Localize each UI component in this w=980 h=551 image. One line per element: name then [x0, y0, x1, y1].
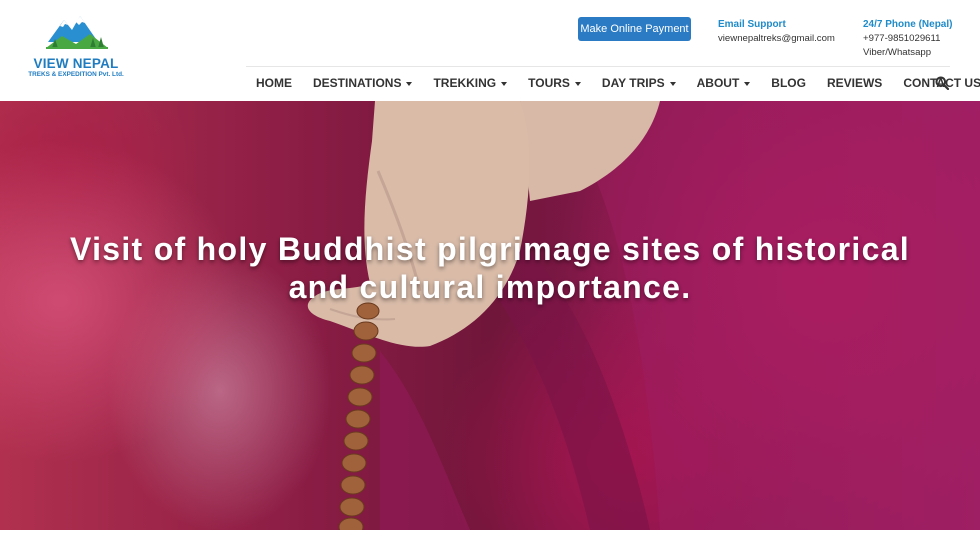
main-nav: HOME DESTINATIONS TREKKING TOURS DAY TRI…: [246, 68, 980, 98]
nav-item-about[interactable]: ABOUT: [697, 76, 751, 90]
nav-item-reviews[interactable]: REVIEWS: [827, 76, 882, 90]
nav-item-label: TREKKING: [433, 76, 497, 90]
phone-support-title: 24/7 Phone (Nepal): [863, 19, 953, 30]
nav-item-tours[interactable]: TOURS: [528, 76, 581, 90]
make-online-payment-button[interactable]: Make Online Payment: [578, 17, 691, 41]
phone-apps-label: Viber/Whatsapp: [863, 47, 932, 58]
hero-title-line-1: Visit of holy Buddhist pilgrimage sites …: [70, 231, 910, 267]
email-support-block: Email Support viewnepaltreks@gmail.com: [718, 18, 835, 46]
nav-item-label: ABOUT: [696, 76, 740, 90]
email-support-title: Email Support: [718, 19, 786, 30]
hero-title-line-2: and cultural importance.: [288, 269, 692, 305]
hero-monk-prayer-beads-image: [307, 101, 980, 530]
page-bottom-strip: [0, 530, 980, 551]
hero-banner: Visit of holy Buddhist pilgrimage sites …: [0, 101, 980, 530]
caret-down-icon: [669, 81, 676, 86]
caret-down-icon: [406, 81, 413, 86]
brand-subtitle: TREKS & EXPEDITION Pvt. Ltd.: [28, 71, 124, 78]
brand-name: VIEW NEPAL: [33, 56, 119, 71]
mountain-logo-icon: [46, 16, 108, 49]
header-divider: [246, 66, 950, 67]
nav-item-day-trips[interactable]: DAY TRIPS: [602, 76, 676, 90]
nav-item-label: TOURS: [528, 76, 570, 90]
nav-item-label: DAY TRIPS: [601, 76, 665, 90]
nav-item-label: BLOG: [771, 76, 806, 90]
site-header: VIEW NEPAL TREKS & EXPEDITION Pvt. Ltd. …: [0, 0, 980, 101]
nav-item-blog[interactable]: BLOG: [771, 76, 806, 90]
hero-title: Visit of holy Buddhist pilgrimage sites …: [20, 230, 960, 306]
nav-item-home[interactable]: HOME: [256, 76, 292, 90]
phone-support-block: 24/7 Phone (Nepal) +977-9851029611 Viber…: [863, 18, 952, 60]
caret-down-icon: [744, 81, 751, 86]
nav-item-destinations[interactable]: DESTINATIONS: [313, 76, 413, 90]
search-icon[interactable]: [935, 76, 949, 90]
caret-down-icon: [501, 81, 508, 86]
nav-item-label: DESTINATIONS: [313, 76, 402, 90]
site-logo[interactable]: VIEW NEPAL TREKS & EXPEDITION Pvt. Ltd.: [24, 12, 128, 84]
caret-down-icon: [574, 81, 581, 86]
nav-item-label: HOME: [256, 76, 292, 90]
nav-item-trekking[interactable]: TREKKING: [433, 76, 508, 90]
nav-item-label: REVIEWS: [826, 76, 883, 90]
phone-number-link[interactable]: +977-9851029611: [863, 32, 952, 46]
email-address-link[interactable]: viewnepaltreks@gmail.com: [718, 32, 835, 46]
